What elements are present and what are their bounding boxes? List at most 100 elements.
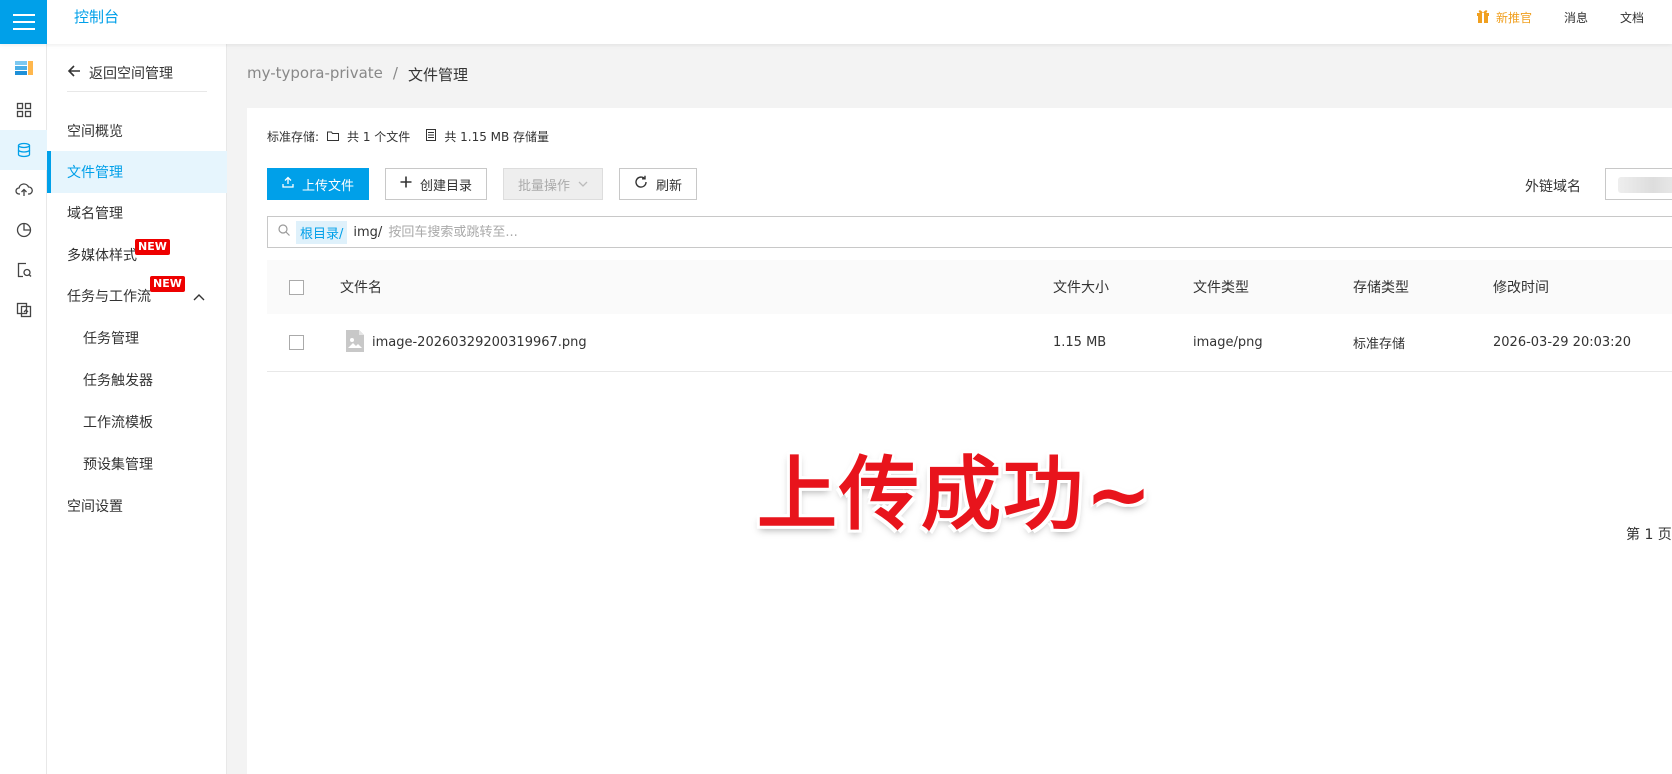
file-count: 共 1 个文件 [347, 130, 411, 144]
chevron-down-icon [578, 177, 588, 192]
header-file-size[interactable]: 文件大小 [1053, 260, 1109, 314]
folder-icon [327, 130, 340, 144]
sidebar-item-label: 工作流模板 [83, 415, 153, 431]
storage-size-icon [426, 129, 437, 144]
cloud-upload-icon [14, 182, 33, 198]
batch-operations-label: 批量操作 [518, 178, 571, 194]
sidebar-item-bucket-settings[interactable]: 空间设置 [47, 485, 227, 527]
messages-link[interactable]: 消息 [1564, 9, 1588, 26]
modified-time: 2026-03-29 20:03:20 [1493, 335, 1632, 350]
plus-icon [400, 176, 412, 192]
table-row[interactable]: image-20260329200319967.png 1.15 MB imag… [267, 314, 1672, 372]
sidebar-item-presets[interactable]: 预设集管理 [47, 443, 227, 485]
search-icon [278, 224, 290, 240]
sidebar-item-media-styles[interactable]: 多媒体样式 NEW [47, 234, 227, 276]
new-badge: NEW [135, 239, 170, 255]
rail-audit[interactable] [0, 250, 47, 290]
sidebar-item-task-management[interactable]: 任务管理 [47, 317, 227, 359]
rail-overview[interactable] [0, 90, 47, 130]
select-all-checkbox[interactable] [289, 279, 304, 295]
sidebar-item-label: 文件管理 [67, 165, 123, 181]
icon-rail [0, 44, 47, 774]
file-name[interactable]: image-20260329200319967.png [372, 335, 587, 350]
arrow-left-icon [67, 64, 81, 82]
rail-sync[interactable] [0, 290, 47, 330]
storage-logo-icon [14, 59, 34, 77]
menu-toggle-button[interactable] [0, 0, 47, 44]
file-search-icon [16, 262, 32, 278]
upload-file-button[interactable]: 上传文件 [267, 168, 370, 200]
sidebar-item-label: 空间概览 [67, 124, 123, 140]
storage-size: 共 1.15 MB 存储量 [444, 130, 550, 144]
database-icon [16, 142, 32, 158]
sidebar-nav: 返回空间管理 空间概览 文件管理 域名管理 多媒体样式 NEW 任务与工作流 N… [47, 44, 227, 774]
pagination-page: 第 1 页 [1626, 527, 1672, 543]
row-checkbox[interactable] [289, 335, 304, 350]
table-header: 文件名 文件大小 文件类型 存储类型 修改时间 [267, 260, 1672, 314]
batch-operations-dropdown[interactable]: 批量操作 [503, 168, 604, 200]
upload-file-label: 上传文件 [302, 178, 355, 194]
root-directory-chip[interactable]: 根目录/ [296, 220, 348, 244]
header-file-name[interactable]: 文件名 [340, 260, 382, 314]
file-type: image/png [1193, 335, 1263, 350]
gift-icon [1476, 8, 1490, 26]
sidebar-item-label: 空间设置 [67, 499, 123, 515]
create-directory-label: 创建目录 [420, 178, 473, 194]
gift-link[interactable]: 新推官 [1476, 8, 1532, 26]
current-path-segment[interactable]: img/ [353, 225, 382, 240]
sidebar-item-label: 任务管理 [83, 331, 139, 347]
back-label: 返回空间管理 [89, 65, 173, 82]
sync-file-icon [16, 302, 32, 318]
sidebar-item-workflow-templates[interactable]: 工作流模板 [47, 401, 227, 443]
header-storage-type[interactable]: 存储类型 [1353, 260, 1409, 314]
toolbar: 上传文件 创建目录 批量操作 刷新 [267, 168, 698, 200]
header-modified-time[interactable]: 修改时间 [1493, 260, 1549, 314]
gift-label: 新推官 [1495, 10, 1532, 25]
row-select-cell [289, 314, 304, 371]
storage-summary: 标准存储: 共 1 个文件 共 1.15 MB 存储量 [267, 128, 549, 145]
storage-type-label: 标准存储: [267, 130, 320, 144]
sidebar-item-label: 多媒体样式 [67, 248, 137, 264]
upload-success-overlay: 上传成功~ [757, 448, 1155, 541]
create-directory-button[interactable]: 创建目录 [385, 168, 488, 200]
sidebar-item-domain-management[interactable]: 域名管理 [47, 192, 227, 234]
file-size: 1.15 MB [1053, 335, 1107, 350]
breadcrumb-separator: / [392, 64, 398, 82]
grid-icon [16, 102, 32, 118]
external-domain-label: 外链域名 [1525, 179, 1581, 195]
rail-storage[interactable] [0, 130, 47, 170]
sidebar-item-overview[interactable]: 空间概览 [47, 110, 227, 152]
sidebar-item-file-management[interactable]: 文件管理 [47, 151, 227, 193]
breadcrumb-current: 文件管理 [407, 66, 468, 84]
sidebar-item-label: 域名管理 [67, 206, 123, 222]
external-domain-select[interactable] [1605, 168, 1672, 200]
sidebar-item-label: 任务触发器 [83, 373, 153, 389]
header-file-type[interactable]: 文件类型 [1193, 260, 1249, 314]
rail-storage-logo[interactable] [0, 48, 47, 88]
upload-icon [282, 176, 294, 192]
docs-link[interactable]: 文档 [1620, 9, 1644, 26]
breadcrumb-bucket[interactable]: my-typora-private [247, 64, 383, 85]
pie-chart-icon [16, 222, 32, 238]
rail-cdn[interactable] [0, 170, 47, 210]
path-search-bar[interactable]: 根目录/ img/ [267, 216, 1672, 248]
select-all-cell [289, 260, 304, 314]
storage-type: 标准存储 [1353, 337, 1406, 352]
console-title[interactable]: 控制台 [74, 0, 119, 34]
chevron-up-icon[interactable] [193, 290, 205, 306]
search-input[interactable] [388, 224, 789, 240]
refresh-label: 刷新 [656, 178, 683, 194]
sidebar-item-label: 任务与工作流 [67, 289, 151, 305]
file-name-cell[interactable]: image-20260329200319967.png [346, 314, 587, 371]
hamburger-icon [12, 13, 35, 31]
sidebar-item-tasks-workflows[interactable]: 任务与工作流 NEW [47, 275, 227, 317]
breadcrumb: my-typora-private / 文件管理 [247, 64, 468, 85]
image-file-icon [346, 329, 364, 356]
top-bar: 控制台 新推官 消息 文档 [0, 0, 1672, 44]
back-to-bucket-management[interactable]: 返回空间管理 [67, 54, 207, 92]
top-right-links: 新推官 消息 文档 [1476, 0, 1644, 34]
sidebar-item-task-triggers[interactable]: 任务触发器 [47, 359, 227, 401]
refresh-button[interactable]: 刷新 [619, 168, 698, 200]
rail-stats[interactable] [0, 210, 47, 250]
file-table: 文件名 文件大小 文件类型 存储类型 修改时间 image-2026032920… [267, 260, 1672, 372]
